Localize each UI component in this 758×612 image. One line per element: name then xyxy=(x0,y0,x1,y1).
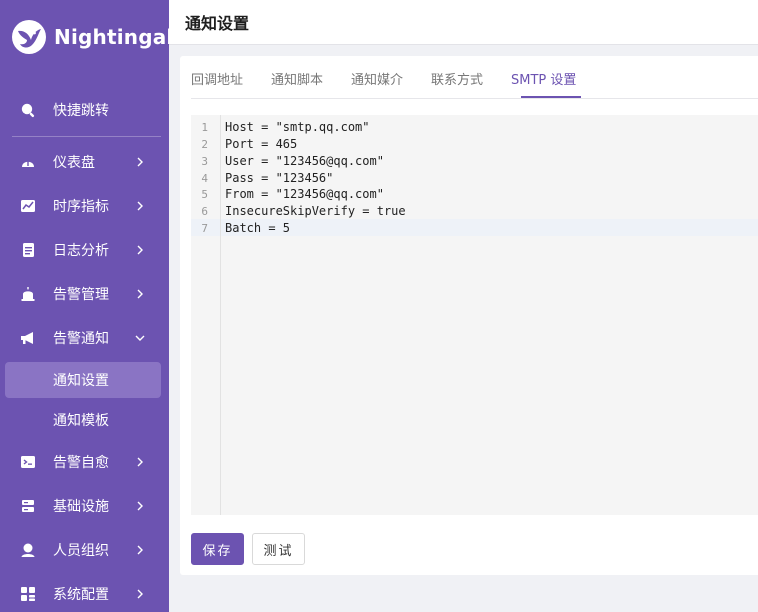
logo[interactable]: Nightingale xyxy=(10,18,187,56)
sidebar-item-label: 系统配置 xyxy=(53,587,109,603)
line-number: 4 xyxy=(201,172,208,185)
chevron-right-icon xyxy=(137,545,143,555)
settings-grid-icon xyxy=(20,586,36,602)
sidebar-item-metrics[interactable]: 时序指标 xyxy=(0,184,169,228)
sidebar-item-label: 基础设施 xyxy=(53,499,109,515)
chevron-right-icon xyxy=(137,501,143,511)
sidebar-item-infrastructure[interactable]: 基础设施 xyxy=(0,484,169,528)
line-number: 3 xyxy=(201,155,208,168)
chevron-right-icon xyxy=(137,201,143,211)
sidebar: Nightingale 快捷跳转 仪表盘 时序指标 日志分析 告警管理 告警通知… xyxy=(0,0,187,612)
line-number-gutter: 1 2 3 4 5 6 7 xyxy=(191,115,221,515)
search-icon xyxy=(20,102,36,118)
settings-card: 回调地址 通知脚本 通知媒介 联系方式 SMTP 设置 1 2 3 4 5 6 … xyxy=(180,56,758,575)
sidebar-item-self-healing[interactable]: 告警自愈 xyxy=(0,440,169,484)
code-line[interactable]: User = "123456@qq.com" xyxy=(225,153,384,170)
app-name: Nightingale xyxy=(54,25,188,49)
chevron-down-icon xyxy=(135,335,145,341)
chevron-right-icon xyxy=(137,457,143,467)
chevron-right-icon xyxy=(137,289,143,299)
sidebar-menu: 仪表盘 时序指标 日志分析 告警管理 告警通知 通知设置 通知模板 告警自愈 基… xyxy=(0,140,169,612)
tab-callback-url[interactable]: 回调地址 xyxy=(191,69,243,88)
terminal-icon xyxy=(20,454,36,470)
sidebar-divider xyxy=(12,136,161,137)
nightingale-logo-icon xyxy=(12,20,46,54)
chevron-right-icon xyxy=(137,589,143,599)
save-button[interactable]: 保存 xyxy=(191,533,244,565)
user-icon xyxy=(20,542,36,558)
sidebar-item-label: 日志分析 xyxy=(53,243,109,259)
sidebar-item-alert-management[interactable]: 告警管理 xyxy=(0,272,169,316)
sidebar-item-label: 人员组织 xyxy=(53,543,109,559)
sidebar-item-system-config[interactable]: 系统配置 xyxy=(0,572,169,612)
code-line[interactable]: Host = "smtp.qq.com" xyxy=(225,119,370,136)
quick-jump-button[interactable]: 快捷跳转 xyxy=(0,88,169,132)
page-header: 通知设置 xyxy=(169,0,758,45)
chevron-right-icon xyxy=(137,245,143,255)
sidebar-subitem-notification-templates[interactable]: 通知模板 xyxy=(0,400,169,440)
sidebar-item-users[interactable]: 人员组织 xyxy=(0,528,169,572)
alarm-icon xyxy=(20,286,36,302)
settings-tabs: 回调地址 通知脚本 通知媒介 联系方式 SMTP 设置 xyxy=(191,56,758,99)
line-number: 5 xyxy=(201,188,208,201)
sidebar-item-alert-notification[interactable]: 告警通知 xyxy=(0,316,169,360)
sidebar-subitem-label: 通知设置 xyxy=(53,373,109,389)
sidebar-item-label: 告警管理 xyxy=(53,287,109,303)
tab-smtp-settings[interactable]: SMTP 设置 xyxy=(511,69,576,88)
sidebar-item-logs[interactable]: 日志分析 xyxy=(0,228,169,272)
code-line[interactable]: InsecureSkipVerify = true xyxy=(225,203,406,220)
tab-contact[interactable]: 联系方式 xyxy=(431,69,483,88)
code-line[interactable]: Port = 465 xyxy=(225,136,297,153)
sidebar-item-label: 时序指标 xyxy=(53,199,109,215)
megaphone-icon xyxy=(20,330,36,346)
code-line[interactable]: Pass = "123456" xyxy=(225,170,333,187)
line-number: 7 xyxy=(201,222,208,235)
line-number: 6 xyxy=(201,205,208,218)
tab-notify-script[interactable]: 通知脚本 xyxy=(271,69,323,88)
test-button[interactable]: 测试 xyxy=(252,533,305,565)
code-editor[interactable]: 1 2 3 4 5 6 7 Host = "smtp.qq.com" Port … xyxy=(191,115,758,515)
dashboard-icon xyxy=(20,154,36,170)
quick-jump-label: 快捷跳转 xyxy=(53,103,109,119)
line-number: 1 xyxy=(201,121,208,134)
tab-notify-channel[interactable]: 通知媒介 xyxy=(351,69,403,88)
sidebar-subitem-label: 通知模板 xyxy=(53,413,109,429)
sidebar-subitem-notification-settings[interactable]: 通知设置 xyxy=(0,360,169,400)
sidebar-item-dashboard[interactable]: 仪表盘 xyxy=(0,140,169,184)
log-icon xyxy=(20,242,36,258)
page-title: 通知设置 xyxy=(185,14,250,33)
sidebar-item-label: 仪表盘 xyxy=(53,155,95,171)
chevron-right-icon xyxy=(137,157,143,167)
server-icon xyxy=(20,498,36,514)
sidebar-item-label: 告警通知 xyxy=(53,331,109,347)
line-chart-icon xyxy=(20,198,36,214)
active-tab-indicator xyxy=(521,96,581,98)
code-line[interactable]: Batch = 5 xyxy=(225,220,290,237)
sidebar-item-label: 告警自愈 xyxy=(53,455,109,471)
line-number: 2 xyxy=(201,138,208,151)
code-line[interactable]: From = "123456@qq.com" xyxy=(225,186,384,203)
